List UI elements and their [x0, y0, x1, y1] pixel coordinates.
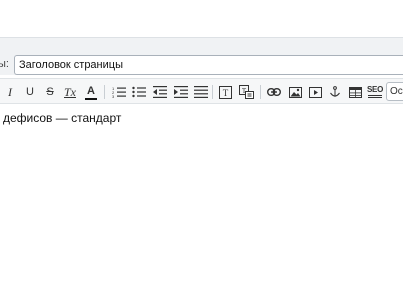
toolbar-separator — [104, 85, 105, 99]
clear-format-label: Tx — [64, 84, 76, 99]
table-icon — [348, 86, 362, 98]
seo-underline — [368, 97, 382, 98]
underline-label: U — [26, 86, 34, 98]
italic-button[interactable]: I — [4, 83, 16, 101]
strikethrough-label: S — [46, 86, 54, 98]
strikethrough-button[interactable]: S — [44, 83, 56, 101]
media-icon — [308, 86, 322, 98]
clear-format-button[interactable]: Tx — [63, 83, 77, 101]
numbered-list-icon: 1 2 3 — [112, 86, 126, 98]
editor-content-text: дефисов — стандарт — [3, 111, 122, 125]
seo-underline — [368, 95, 382, 96]
font-color-swatch — [85, 97, 97, 100]
insert-block-icon: T — [238, 85, 254, 99]
anchor-icon — [330, 86, 340, 97]
svg-text:T: T — [222, 88, 228, 98]
font-color-label: A — [87, 84, 95, 97]
justify-icon — [194, 86, 208, 98]
page-title-row: ы: — [0, 37, 403, 75]
underline-button[interactable]: U — [24, 83, 36, 101]
top-blank-area — [0, 0, 403, 37]
text-frame-button[interactable]: T — [217, 83, 233, 101]
numbered-list-button[interactable]: 1 2 3 — [111, 83, 127, 101]
font-color-button[interactable]: A — [84, 83, 98, 101]
link-button[interactable] — [266, 83, 282, 101]
justify-button[interactable] — [193, 83, 209, 101]
insert-block-button[interactable]: T — [237, 83, 255, 101]
editor-content-area[interactable]: дефисов — стандарт — [0, 105, 403, 294]
image-icon — [288, 86, 302, 98]
seo-button[interactable]: SEO — [366, 83, 384, 101]
editor-toolbar: I U S Tx A 1 2 3 T T SEO Ос — [0, 78, 403, 104]
svg-text:3: 3 — [112, 94, 115, 98]
format-select-value: Осн — [390, 86, 403, 97]
text-frame-icon: T — [218, 85, 232, 99]
media-button[interactable] — [307, 83, 323, 101]
toolbar-separator — [260, 85, 261, 99]
indent-button[interactable] — [173, 83, 189, 101]
toolbar-separator — [212, 85, 213, 99]
outdent-button[interactable] — [152, 83, 168, 101]
format-select[interactable]: Осн — [386, 82, 403, 101]
seo-label: SEO — [367, 85, 383, 94]
image-button[interactable] — [287, 83, 303, 101]
link-icon — [267, 88, 281, 96]
page-title-label: ы: — [0, 58, 9, 70]
outdent-icon — [153, 86, 167, 98]
bulleted-list-icon — [132, 86, 146, 98]
bulleted-list-button[interactable] — [131, 83, 147, 101]
indent-icon — [174, 86, 188, 98]
table-button[interactable] — [347, 83, 363, 101]
italic-label: I — [8, 84, 12, 99]
page-title-input[interactable] — [14, 55, 403, 75]
anchor-button[interactable] — [327, 83, 343, 101]
